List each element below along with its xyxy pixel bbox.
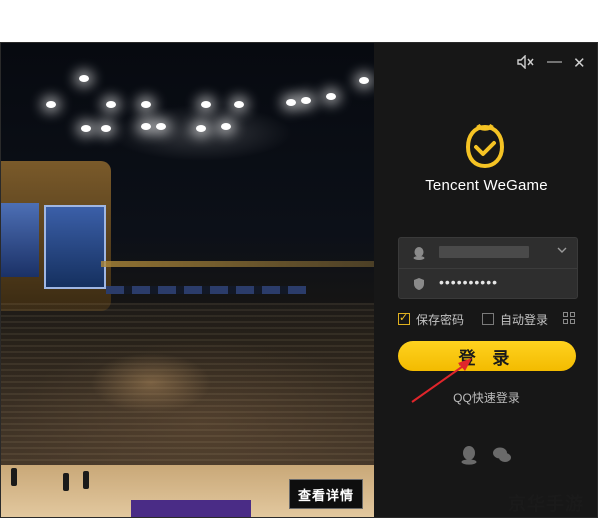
qq-penguin-icon	[413, 247, 425, 260]
qr-code-icon[interactable]	[563, 312, 575, 324]
account-value-redacted	[439, 246, 529, 258]
shield-icon	[414, 278, 424, 290]
password-value: ••••••••••	[439, 274, 499, 290]
remember-password-label: 保存密码	[416, 312, 465, 327]
account-field[interactable]	[399, 238, 577, 268]
checkbox-checked-icon	[398, 311, 410, 325]
credentials-box: ••••••••••	[398, 237, 578, 299]
close-button[interactable]: ✕	[573, 54, 586, 72]
speaker-muted-icon[interactable]	[517, 54, 535, 73]
qq-quick-login-link[interactable]: QQ快速登录	[374, 389, 597, 406]
player-figure	[63, 473, 69, 491]
remember-password-checkbox[interactable]: 保存密码	[398, 311, 464, 327]
site-watermark: 京华手游	[508, 494, 584, 514]
wegame-login-window: 查看详情 — ✕ Tencent WeGame •••••••••• ✓ 保存密…	[0, 42, 598, 518]
login-button[interactable]: 登 录	[398, 341, 576, 371]
arena-promo-image	[1, 43, 374, 517]
arena-ribbon-board	[101, 261, 374, 267]
arena-crowd	[1, 303, 374, 473]
wegame-logo-icon	[465, 123, 505, 169]
minimize-button[interactable]: —	[547, 53, 562, 70]
qq-penguin-icon[interactable]	[459, 445, 479, 465]
auto-login-label: 自动登录	[500, 312, 549, 327]
checkbox-unchecked-icon	[482, 313, 494, 325]
brand-name: Tencent WeGame	[425, 177, 548, 194]
player-figure	[83, 471, 89, 489]
court-paint	[131, 500, 251, 517]
chevron-down-icon[interactable]	[557, 245, 567, 258]
wechat-icon[interactable]	[492, 445, 512, 465]
scoreboard-screen-left	[1, 203, 39, 277]
auto-login-checkbox[interactable]: 自动登录	[482, 311, 548, 327]
password-field[interactable]: ••••••••••	[399, 269, 577, 299]
view-details-button[interactable]: 查看详情	[289, 479, 363, 509]
arena-ad-boards	[106, 286, 306, 294]
login-panel: — ✕ Tencent WeGame •••••••••• ✓ 保存密码 自动登…	[374, 43, 597, 517]
scoreboard-screen	[44, 205, 106, 289]
player-figure	[11, 468, 17, 486]
